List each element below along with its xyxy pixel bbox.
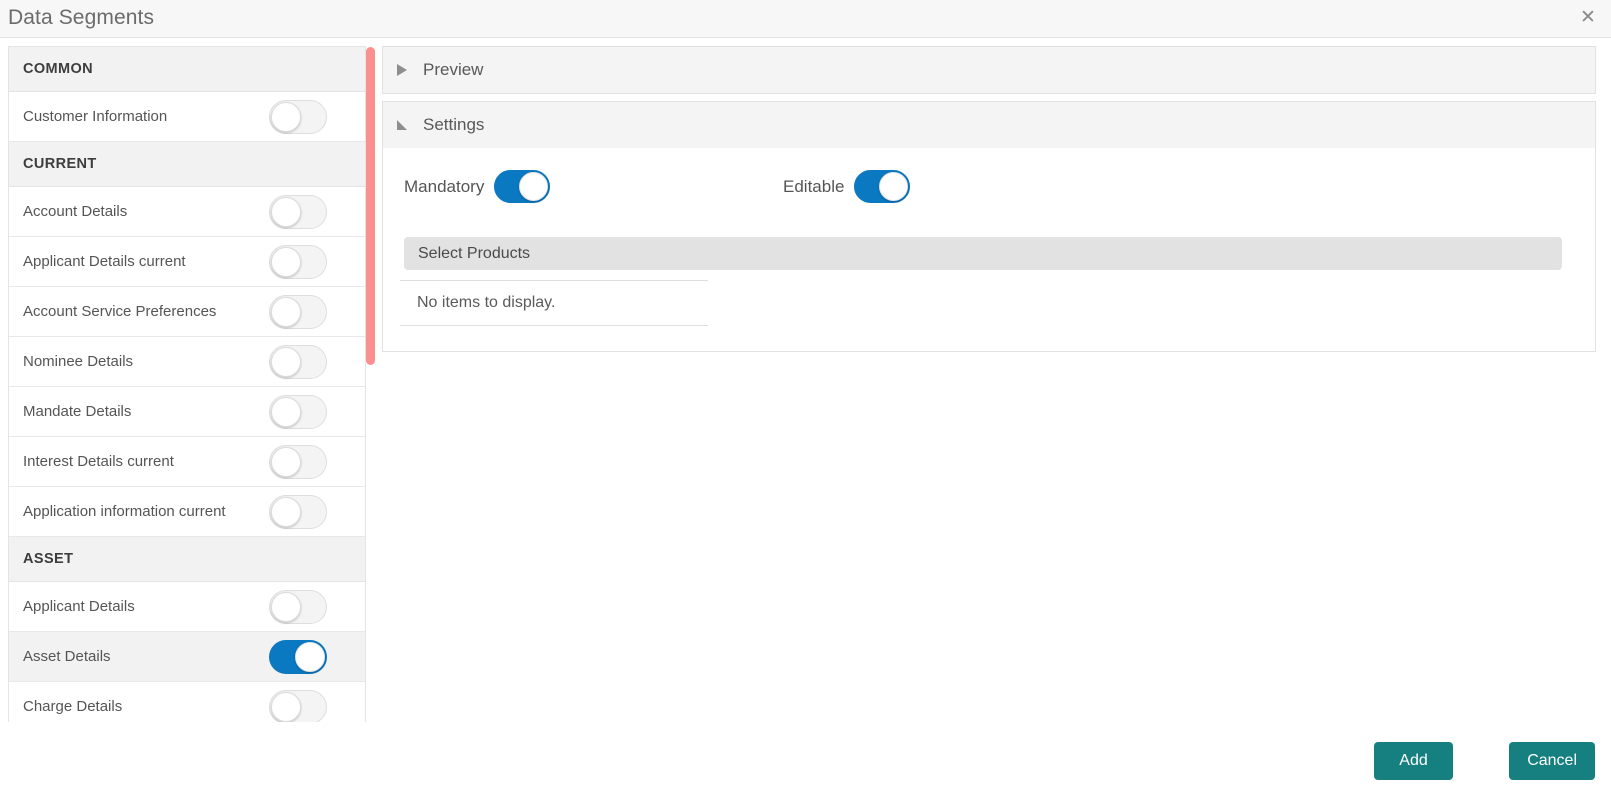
accordion-settings-header[interactable]: Settings xyxy=(383,102,1595,148)
segment-group-header-common: COMMON xyxy=(9,47,365,92)
select-products-header[interactable]: Select Products xyxy=(404,237,1562,270)
segment-toggle-nominee-details[interactable] xyxy=(269,344,327,379)
segment-row-account-service-preferences[interactable]: Account Service Preferences xyxy=(9,287,365,337)
toggle-knob xyxy=(271,591,301,622)
segment-label: Account Details xyxy=(23,203,128,220)
table-divider-bottom xyxy=(400,325,708,326)
segment-label: Account Service Preferences xyxy=(23,303,217,320)
segment-row-account-details[interactable]: Account Details xyxy=(9,187,365,237)
segment-toggle-asset-details[interactable] xyxy=(269,639,327,674)
segment-row-interest-details-current[interactable]: Interest Details current xyxy=(9,437,365,487)
triangle-down-icon xyxy=(397,120,407,130)
toggle-knob xyxy=(519,172,549,201)
page-title: Data Segments xyxy=(8,6,155,29)
settings-toggle-row: Mandatory Editable xyxy=(383,148,1595,224)
cancel-button[interactable]: Cancel xyxy=(1509,742,1595,780)
select-products-table: No items to display. xyxy=(400,280,708,326)
toggle-knob xyxy=(271,346,301,377)
segment-row-asset-details[interactable]: Asset Details xyxy=(9,632,365,682)
toggle-knob xyxy=(271,246,301,277)
segment-toggle-applicant-details[interactable] xyxy=(269,589,327,624)
segment-toggle-interest-details-current[interactable] xyxy=(269,444,327,479)
segment-label: Application information current xyxy=(23,503,226,520)
segment-toggle-customer-information[interactable] xyxy=(269,99,327,134)
accordion-settings-title: Settings xyxy=(423,115,485,134)
editable-toggle[interactable] xyxy=(854,170,911,203)
segment-toggle-charge-details[interactable] xyxy=(269,689,327,722)
segment-label: Charge Details xyxy=(23,698,123,715)
segment-label: Interest Details current xyxy=(23,453,174,470)
toggle-knob xyxy=(271,496,301,527)
segment-label: Asset Details xyxy=(23,648,111,665)
toggle-knob xyxy=(879,172,909,201)
segment-label: Customer Information xyxy=(23,108,168,125)
close-icon[interactable]: ✕ xyxy=(1575,4,1601,30)
accordion-preview[interactable]: Preview xyxy=(382,46,1596,94)
editable-toggle-group[interactable]: Editable xyxy=(783,170,911,203)
add-button[interactable]: Add xyxy=(1374,742,1453,780)
segment-toggle-application-information-current[interactable] xyxy=(269,494,327,529)
triangle-right-icon xyxy=(397,64,407,76)
segment-toggle-applicant-details-current[interactable] xyxy=(269,244,327,279)
segment-group-header-current: CURRENT xyxy=(9,142,365,187)
segment-toggle-account-details[interactable] xyxy=(269,194,327,229)
segment-list-scrollbar-thumb[interactable] xyxy=(366,47,375,365)
segment-label: Mandate Details xyxy=(23,403,132,420)
mandatory-label: Mandatory xyxy=(404,176,485,196)
segment-detail-panel: Preview Settings Mandatory Editable Sele… xyxy=(382,46,1596,722)
toggle-knob xyxy=(271,101,301,132)
dialog-titlebar: Data Segments ✕ xyxy=(0,0,1611,38)
segment-row-nominee-details[interactable]: Nominee Details xyxy=(9,337,365,387)
segment-label: Applicant Details xyxy=(23,598,135,615)
segment-toggle-account-service-preferences[interactable] xyxy=(269,294,327,329)
mandatory-toggle-group[interactable]: Mandatory xyxy=(404,170,551,203)
toggle-knob xyxy=(271,691,301,722)
accordion-preview-title: Preview xyxy=(423,60,484,79)
toggle-knob xyxy=(271,396,301,427)
editable-label: Editable xyxy=(783,176,845,196)
segment-toggle-mandate-details[interactable] xyxy=(269,394,327,429)
segment-row-mandate-details[interactable]: Mandate Details xyxy=(9,387,365,437)
accordion-preview-header[interactable]: Preview xyxy=(383,47,1595,93)
settings-body: Mandatory Editable Select Products No it… xyxy=(383,148,1595,351)
mandatory-toggle[interactable] xyxy=(494,170,551,203)
segment-row-charge-details[interactable]: Charge Details xyxy=(9,682,365,722)
segment-row-applicant-details[interactable]: Applicant Details xyxy=(9,582,365,632)
segment-label: Nominee Details xyxy=(23,353,134,370)
toggle-knob xyxy=(271,296,301,327)
segment-group-header-asset: ASSET xyxy=(9,537,365,582)
data-segments-list[interactable]: COMMON Customer Information CURRENT Acco… xyxy=(8,46,366,722)
toggle-knob xyxy=(271,446,301,477)
toggle-knob xyxy=(295,641,325,672)
dialog-footer: Add Cancel xyxy=(0,722,1611,791)
segment-label: Applicant Details current xyxy=(23,253,186,270)
segment-row-customer-information[interactable]: Customer Information xyxy=(9,92,365,142)
table-empty-message: No items to display. xyxy=(417,294,556,311)
segment-row-applicant-details-current[interactable]: Applicant Details current xyxy=(9,237,365,287)
toggle-knob xyxy=(271,196,301,227)
segment-row-application-information-current[interactable]: Application information current xyxy=(9,487,365,537)
accordion-settings[interactable]: Settings Mandatory Editable Select Produ… xyxy=(382,101,1596,352)
select-products-label: Select Products xyxy=(418,244,531,262)
